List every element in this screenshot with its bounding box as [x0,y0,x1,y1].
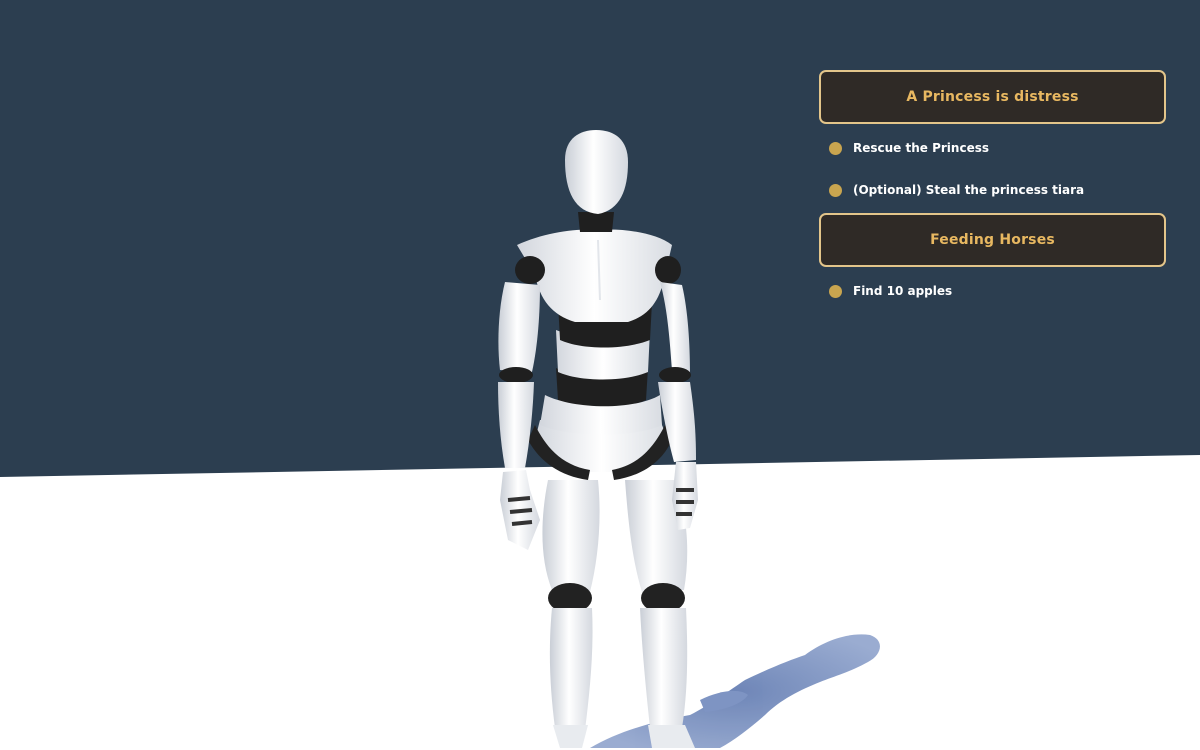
game-viewport[interactable]: A Princess is distress Rescue the Prince… [0,0,1200,750]
objective-bullet-icon [829,141,842,155]
quest-objective: Rescue the Princess [819,127,1166,169]
ground-plane [0,455,1200,750]
objective-label: (Optional) Steal the princess tiara [853,183,1085,197]
quest-header-horses[interactable]: Feeding Horses [819,213,1166,267]
quest-header-princess[interactable]: A Princess is distress [819,70,1166,124]
quest-objective: Find 10 apples [819,270,1166,312]
objective-label: Find 10 apples [853,284,953,298]
objective-bullet-icon [829,183,842,197]
objective-bullet-icon [829,284,842,298]
quest-objective: (Optional) Steal the princess tiara [819,169,1166,211]
objective-label: Rescue the Princess [853,141,989,155]
quest-log-panel: A Princess is distress Rescue the Prince… [819,70,1166,312]
